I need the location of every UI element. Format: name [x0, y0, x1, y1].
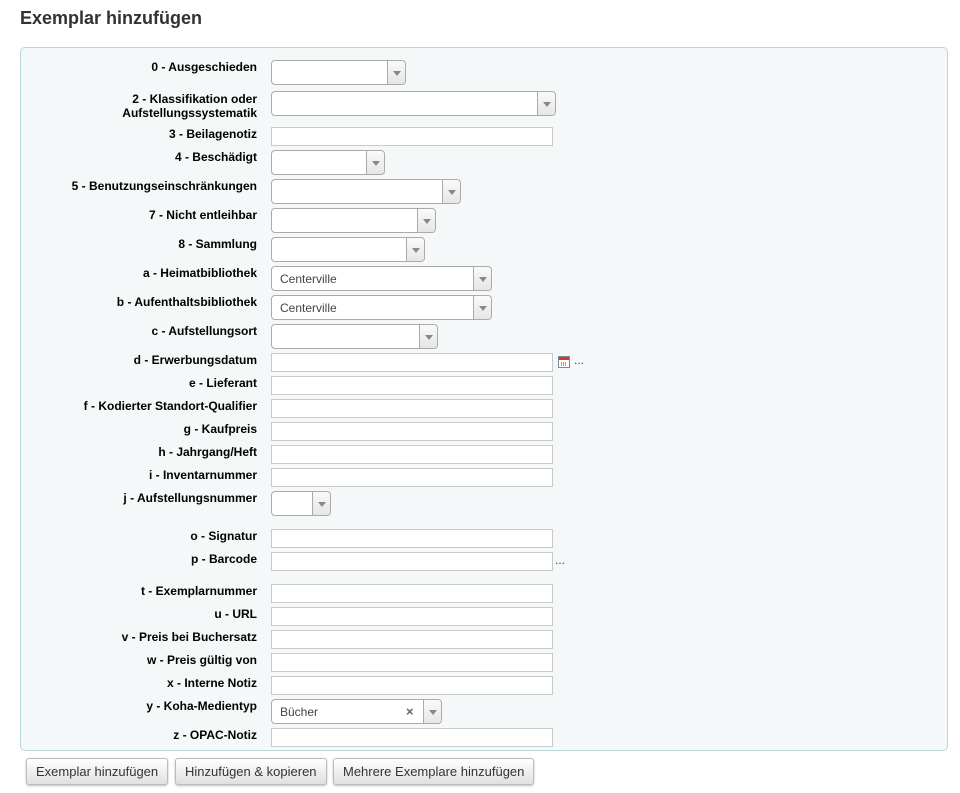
field-label: c - Aufstellungsort	[151, 324, 257, 338]
select-value: Centerville	[280, 272, 337, 286]
price-date-input[interactable]	[271, 653, 553, 672]
chevron-down-icon[interactable]	[473, 296, 491, 319]
date-more-link[interactable]: ...	[574, 353, 584, 367]
field-label: h - Jahrgang/Heft	[158, 445, 257, 459]
chevron-down-icon[interactable]	[419, 325, 437, 348]
chevron-down-icon[interactable]	[423, 700, 441, 723]
field-label: t - Exemplarnummer	[140, 584, 257, 598]
page-title: Exemplar hinzufügen	[20, 8, 203, 28]
field-label: d - Erwerbungsdatum	[133, 353, 257, 367]
replacement-price-input[interactable]	[271, 630, 553, 649]
calendar-icon[interactable]	[558, 356, 570, 368]
serial-enumeration-input[interactable]	[271, 445, 553, 464]
shelving-number-select[interactable]	[271, 491, 331, 516]
field-label: u - URL	[214, 607, 257, 621]
home-branch-select[interactable]: Centerville	[271, 266, 492, 291]
clear-icon[interactable]: ×	[406, 704, 414, 719]
chevron-down-icon[interactable]	[312, 492, 330, 515]
damaged-select[interactable]	[271, 150, 385, 175]
field-label: a - Heimatbibliothek	[142, 266, 257, 280]
collection-select[interactable]	[271, 237, 425, 262]
chevron-down-icon[interactable]	[366, 151, 384, 174]
withdrawn-select[interactable]	[271, 60, 406, 85]
chevron-down-icon[interactable]	[537, 92, 555, 115]
field-label: y - Koha-Medientyp	[146, 699, 257, 713]
select-value: Bücher	[280, 705, 319, 719]
url-input[interactable]	[271, 607, 553, 626]
field-label: 5 - Benutzungseinschränkungen	[71, 179, 257, 193]
item-type-select[interactable]: Bücher ×	[271, 699, 442, 724]
field-label: 2 - Klassifikation oder Aufstellungssyst…	[122, 92, 257, 120]
chevron-down-icon[interactable]	[417, 209, 435, 232]
coded-location-input[interactable]	[271, 399, 553, 418]
add-and-duplicate-button[interactable]: Hinzufügen & kopieren	[175, 758, 327, 785]
field-label: f - Kodierter Standort-Qualifier	[83, 399, 257, 413]
field-label: 8 - Sammlung	[178, 237, 257, 251]
chevron-down-icon[interactable]	[387, 61, 405, 84]
field-label: j - Aufstellungsnummer	[123, 491, 257, 505]
call-number-input[interactable]	[271, 529, 553, 548]
materials-input[interactable]	[271, 127, 553, 146]
acquisition-date-input[interactable]	[271, 353, 553, 372]
price-input[interactable]	[271, 422, 553, 441]
field-label: 3 - Beilagenotiz	[168, 127, 257, 141]
source-input[interactable]	[271, 376, 553, 395]
barcode-more-link[interactable]: ...	[555, 553, 565, 567]
barcode-input[interactable]	[271, 552, 553, 571]
add-multiple-button[interactable]: Mehrere Exemplare hinzufügen	[333, 758, 535, 785]
inventory-number-input[interactable]	[271, 468, 553, 487]
copy-number-input[interactable]	[271, 584, 553, 603]
field-label: z - OPAC-Notiz	[173, 728, 257, 742]
chevron-down-icon[interactable]	[473, 267, 491, 290]
field-label: o - Signatur	[190, 529, 257, 543]
item-form-panel: 0 - Ausgeschieden 2 - Klassifikation ode…	[20, 47, 948, 751]
field-label: 7 - Nicht entleihbar	[148, 208, 257, 222]
field-label: e - Lieferant	[188, 376, 257, 390]
field-label: w - Preis gültig von	[146, 653, 257, 667]
internal-note-input[interactable]	[271, 676, 553, 695]
field-label: i - Inventarnummer	[148, 468, 257, 482]
add-item-button[interactable]: Exemplar hinzufügen	[26, 758, 169, 785]
chevron-down-icon[interactable]	[406, 238, 424, 261]
field-label: v - Preis bei Buchersatz	[121, 630, 257, 644]
holding-branch-select[interactable]: Centerville	[271, 295, 492, 320]
restrictions-select[interactable]	[271, 179, 461, 204]
location-select[interactable]	[271, 324, 438, 349]
select-value: Centerville	[280, 301, 337, 315]
field-label: b - Aufenthaltsbibliothek	[116, 295, 257, 309]
field-label: p - Barcode	[190, 552, 257, 566]
opac-note-input[interactable]	[271, 728, 553, 747]
not-for-loan-select[interactable]	[271, 208, 436, 233]
classification-select[interactable]	[271, 91, 556, 116]
field-label: x - Interne Notiz	[166, 676, 257, 690]
field-label: g - Kaufpreis	[183, 422, 257, 436]
field-label: 0 - Ausgeschieden	[151, 60, 257, 74]
chevron-down-icon[interactable]	[442, 180, 460, 203]
field-label: 4 - Beschädigt	[174, 150, 257, 164]
